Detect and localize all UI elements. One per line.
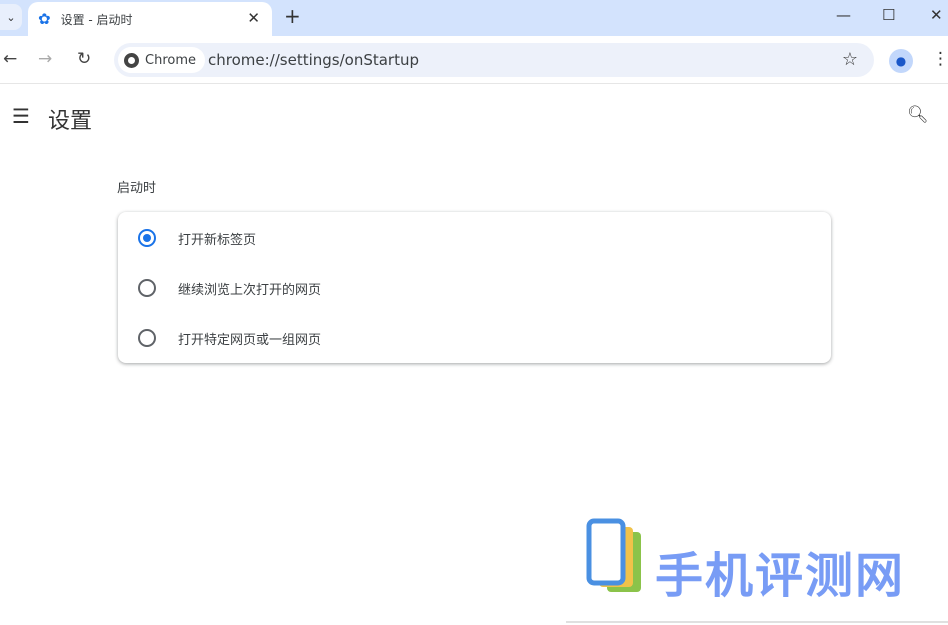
- person-icon: ●: [895, 54, 907, 68]
- reload-icon[interactable]: ↻: [77, 49, 91, 69]
- more-menu-icon[interactable]: ⋮: [932, 49, 948, 69]
- address-bar[interactable]: Chrome chrome://settings/onStartup ☆: [114, 43, 874, 77]
- url-text[interactable]: chrome://settings/onStartup: [208, 51, 419, 69]
- back-icon[interactable]: ←: [3, 49, 17, 69]
- divider: [566, 621, 948, 623]
- tab-strip: ⌄ ✿ 设置 - 启动时 ✕ + — ☐ ✕: [0, 0, 948, 36]
- minimize-icon[interactable]: —: [836, 6, 851, 24]
- option-label: 继续浏览上次打开的网页: [178, 282, 322, 298]
- site-info-chip[interactable]: Chrome: [118, 47, 205, 73]
- option-specific-pages[interactable]: 打开特定网页或一组网页: [118, 313, 831, 363]
- profile-avatar[interactable]: ●: [889, 49, 913, 73]
- tab-search-button[interactable]: ⌄: [0, 4, 22, 30]
- bookmark-star-icon[interactable]: ☆: [842, 49, 858, 70]
- option-new-tab[interactable]: 打开新标签页: [118, 213, 831, 263]
- chip-label: Chrome: [145, 52, 196, 68]
- forward-icon[interactable]: →: [38, 49, 52, 69]
- chrome-icon: [124, 52, 139, 68]
- close-window-icon[interactable]: ✕: [930, 6, 943, 24]
- option-label: 打开特定网页或一组网页: [178, 332, 322, 348]
- startup-options-card: 打开新标签页 继续浏览上次打开的网页 打开特定网页或一组网页: [118, 212, 831, 363]
- maximize-icon[interactable]: ☐: [882, 6, 895, 24]
- tab-title: 设置 - 启动时: [60, 12, 133, 27]
- watermark-text: 手机评测网: [655, 548, 906, 604]
- section-title: 启动时: [117, 181, 157, 196]
- search-icon[interactable]: 🔍︎: [907, 105, 929, 125]
- toolbar: ← → ↻ Chrome chrome://settings/onStartup…: [0, 36, 948, 84]
- option-continue[interactable]: 继续浏览上次打开的网页: [118, 263, 831, 313]
- radio-button[interactable]: [138, 279, 156, 297]
- phone-logo-icon: [586, 518, 641, 592]
- radio-button[interactable]: [138, 229, 156, 247]
- watermark: 手机评测网: [585, 518, 948, 608]
- settings-header: ☰ 设置 🔍︎: [0, 85, 948, 145]
- radio-button[interactable]: [138, 329, 156, 347]
- page-title: 设置: [48, 109, 93, 134]
- hamburger-menu-icon[interactable]: ☰: [12, 104, 30, 128]
- close-tab-icon[interactable]: ✕: [247, 9, 260, 27]
- chevron-down-icon: ⌄: [6, 10, 16, 24]
- new-tab-button[interactable]: +: [284, 4, 301, 28]
- option-label: 打开新标签页: [178, 232, 257, 248]
- gear-icon: ✿: [38, 10, 51, 28]
- tab-settings[interactable]: ✿ 设置 - 启动时 ✕: [28, 2, 272, 36]
